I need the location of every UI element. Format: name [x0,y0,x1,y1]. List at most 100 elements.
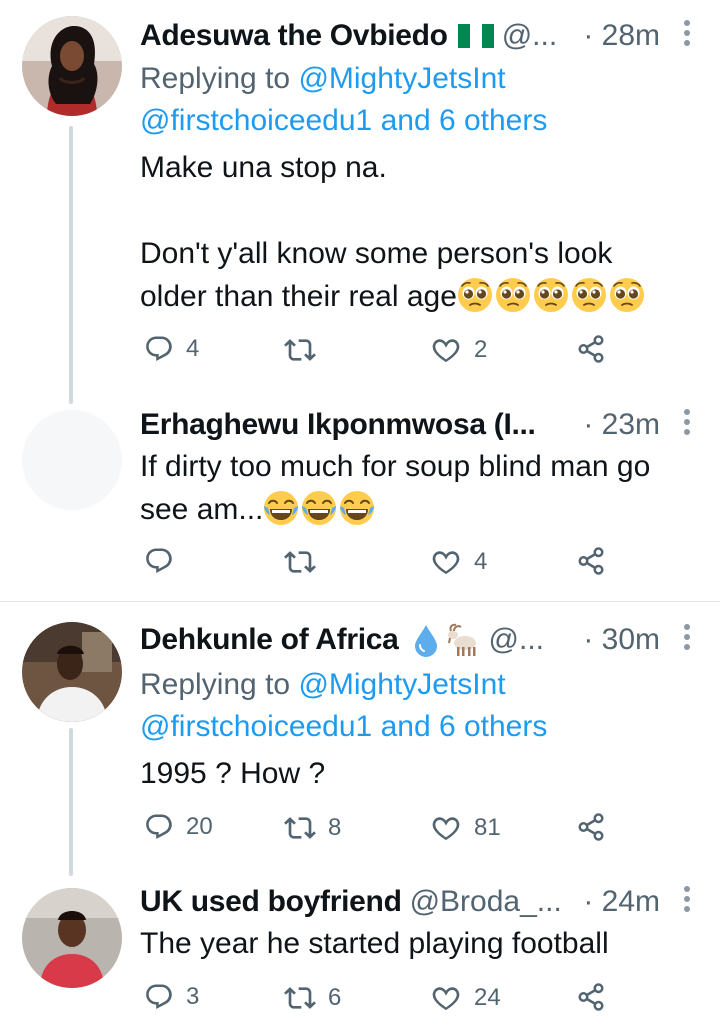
tweet-adesuwa[interactable]: Adesuwa the Ovbiedo @... · 28m Replying … [0,0,720,404]
timestamp[interactable]: · 30m [583,623,660,657]
share-icon [576,982,606,1012]
share-icon [576,812,606,842]
reply-icon [144,334,174,364]
text-line: Make una stop na. [140,151,387,184]
tears-of-joy-icon [301,490,337,526]
text-line: older than their real age [140,280,457,313]
tweet-text: If dirty too much for soup blind man go … [140,445,690,531]
reply-icon [144,546,174,576]
tweet-text: The year he started playing football [140,922,690,965]
display-name[interactable]: Adesuwa the Ovbiedo [140,19,448,53]
reply-count: 3 [186,983,200,1010]
heart-icon [430,982,462,1014]
reply-button[interactable]: 20 [144,812,213,842]
tweet-actions: 3 6 24 [140,982,720,1018]
retweet-count: 6 [328,984,342,1011]
replying-to: Replying to @MightyJetsInt @firstchoicee… [140,58,547,142]
reply-count: 20 [186,813,213,840]
timestamp[interactable]: · 24m [583,885,660,919]
tweet-actions: 4 2 [140,334,720,370]
more-options-icon[interactable] [684,886,692,916]
text-line: 1995 ? How ? [140,757,326,790]
more-options-icon[interactable] [684,409,692,439]
retweet-icon [284,812,316,844]
tweet-text: Make una stop na. Don't y'all know some … [140,146,690,318]
avatar[interactable] [22,622,122,722]
share-icon [576,546,606,576]
share-icon [576,334,606,364]
tears-of-joy-icon [339,490,375,526]
mention-others-link[interactable]: @firstchoiceedu1 and 6 others [140,104,547,137]
tweet-erhaghewu[interactable]: Erhaghewu Ikponmwosa (I... · 23m If dirt… [0,400,720,600]
handle[interactable]: @... [489,623,544,657]
tweet-actions: 4 [140,546,720,582]
like-button[interactable]: 24 [430,982,501,1014]
reply-count: 4 [186,335,200,362]
like-count: 4 [474,548,488,575]
text-line: see am... [140,493,264,526]
pleading-face-icon [533,277,569,313]
display-name[interactable]: UK used boyfriend [140,885,402,919]
text-line: The year he started playing football [140,927,609,960]
avatar[interactable] [22,16,122,116]
reply-button[interactable]: 4 [144,334,199,364]
nigeria-flag-icon [457,24,494,48]
like-button[interactable]: 81 [430,812,501,844]
avatar[interactable] [22,888,122,988]
pleading-face-icon [457,277,493,313]
more-options-icon[interactable] [684,624,692,654]
share-button[interactable] [576,546,606,576]
share-button[interactable] [576,982,606,1012]
heart-icon [430,334,462,366]
like-button[interactable]: 4 [430,546,487,578]
retweet-count: 8 [328,814,342,841]
replying-to: Replying to @MightyJetsInt @firstchoicee… [140,664,547,748]
retweet-icon [284,334,316,366]
pleading-face-icon [571,277,607,313]
mention-others-link[interactable]: @firstchoiceedu1 and 6 others [140,710,547,743]
display-name[interactable]: Erhaghewu Ikponmwosa (I... [140,408,536,442]
tweet-text: 1995 ? How ? [140,752,690,795]
reply-button[interactable] [144,546,186,576]
thread-line [69,728,73,876]
heart-icon [430,812,462,844]
more-options-icon[interactable] [684,20,692,50]
replying-prefix: Replying to [140,62,291,95]
share-button[interactable] [576,812,606,842]
reply-icon [144,982,174,1012]
timestamp[interactable]: · 28m [583,19,660,53]
retweet-icon [284,982,316,1014]
like-button[interactable]: 2 [430,334,487,366]
mention-link[interactable]: @MightyJetsInt [298,668,505,701]
tweet-actions: 20 8 81 [140,812,720,848]
reply-button[interactable]: 3 [144,982,199,1012]
text-line: Don't y'all know some person's look [140,237,613,270]
heart-icon [430,546,462,578]
replying-prefix: Replying to [140,668,291,701]
handle[interactable]: @Broda_... [410,885,562,919]
handle[interactable]: @... [502,19,557,53]
retweet-button[interactable]: 8 [284,812,341,844]
tweet-uk-used-boyfriend[interactable]: UK used boyfriend @Broda_... · 24m The y… [0,872,720,1028]
timestamp[interactable]: · 23m [583,408,660,442]
tears-of-joy-icon [263,490,299,526]
droplet-icon [414,625,437,657]
pleading-face-icon [609,277,645,313]
retweet-button[interactable] [284,334,328,366]
text-line: If dirty too much for soup blind man go [140,450,651,483]
like-count: 24 [474,984,501,1011]
pleading-face-icon [495,277,531,313]
thread-line [69,126,73,404]
like-count: 2 [474,336,488,363]
retweet-icon [284,546,316,578]
tweet-dehkunle[interactable]: Dehkunle of Africa @... · 30m Replying t… [0,602,720,876]
mention-link[interactable]: @MightyJetsInt [298,62,505,95]
display-name[interactable]: Dehkunle of Africa [140,623,399,657]
share-button[interactable] [576,334,606,364]
avatar[interactable] [22,410,122,510]
reply-icon [144,812,174,842]
like-count: 81 [474,814,501,841]
retweet-button[interactable] [284,546,328,578]
goat-icon [447,623,476,656]
retweet-button[interactable]: 6 [284,982,341,1014]
